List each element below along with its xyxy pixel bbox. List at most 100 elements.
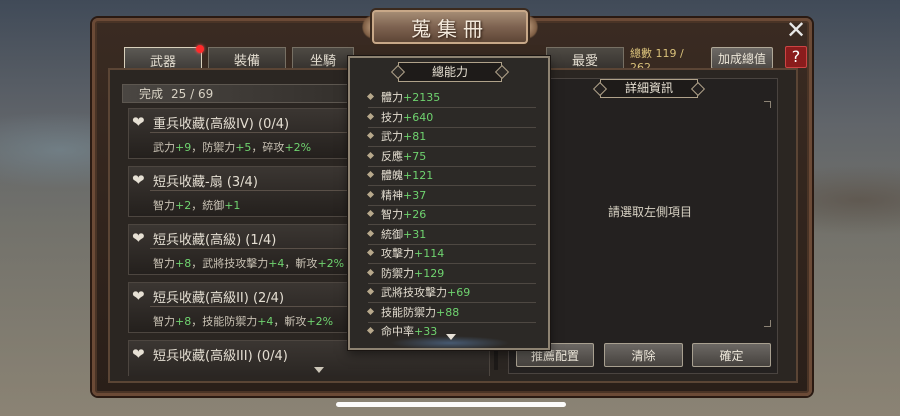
stat-value: +2 — [175, 199, 192, 212]
help-icon[interactable]: ? — [785, 46, 807, 68]
home-indicator[interactable] — [336, 402, 566, 407]
stat-key: 精神 — [381, 189, 403, 202]
bullet-icon — [366, 268, 375, 277]
stat-value: +88 — [436, 306, 460, 319]
tab-label: 坐騎 — [309, 54, 336, 69]
stat-value: +2% — [306, 315, 334, 328]
stat-key: 武將技攻擊力 — [381, 286, 447, 299]
clear-button[interactable]: 清除 — [604, 343, 683, 367]
stat-value: +640 — [403, 111, 434, 124]
stat-value: +8 — [175, 257, 192, 270]
stat-row: 統御+31 — [366, 225, 536, 245]
stat-value: +1 — [224, 199, 241, 212]
stat-key: 體力 — [381, 91, 403, 104]
stat-key: ，防禦力 — [191, 141, 236, 154]
bullet-icon — [366, 190, 375, 199]
bonus-total-button[interactable]: 加成總值 — [711, 47, 773, 69]
item-stats: 智力+8，武將技攻擊力+4，斬攻+2% — [153, 255, 344, 271]
bullet-icon — [366, 112, 375, 121]
stat-value: +31 — [403, 228, 427, 241]
bullet-icon — [366, 287, 375, 296]
stat-key: 反應 — [381, 150, 403, 163]
stat-value: +114 — [414, 247, 445, 260]
item-stats: 智力+2，統御+1 — [153, 197, 240, 213]
tab-label: 最愛 — [571, 54, 598, 69]
stat-key: 體魄 — [381, 169, 403, 182]
bullet-icon — [366, 170, 375, 179]
window-title: 蒐集冊 — [411, 16, 489, 41]
heart-icon[interactable]: ❤ — [132, 230, 150, 246]
stat-row: 精神+37 — [366, 186, 536, 206]
stat-row: 武力+81 — [366, 127, 536, 147]
close-icon[interactable]: ✕ — [783, 17, 809, 43]
stat-key: ，武將技攻擊力 — [191, 257, 269, 270]
stat-row: 武將技攻擊力+69 — [366, 283, 536, 303]
stat-key: 技能防禦力 — [381, 306, 436, 319]
stat-key: 防禦力 — [381, 267, 414, 280]
heart-icon[interactable]: ❤ — [132, 288, 150, 304]
heart-icon[interactable]: ❤ — [132, 114, 150, 130]
heart-icon[interactable]: ❤ — [132, 172, 150, 188]
detail-title: 詳細資訊 — [600, 79, 698, 98]
stat-key: 技力 — [381, 111, 403, 124]
stat-row: 防禦力+129 — [366, 264, 536, 284]
scroll-down-arrow-icon[interactable] — [446, 334, 456, 340]
stat-value: +81 — [403, 130, 427, 143]
stat-key: 武力 — [381, 130, 403, 143]
popup-title: 總能力 — [398, 62, 502, 82]
item-name: 短兵收藏(高級III) (0/4) — [153, 349, 288, 364]
stat-row: 智力+26 — [366, 205, 536, 225]
stat-value: +129 — [414, 267, 445, 280]
total-stats-popup[interactable]: 總能力 體力+2135 技力+640 武力+81 反應+75 體魄+121 精神… — [348, 56, 550, 350]
stat-key: ，碎攻 — [251, 141, 285, 154]
stat-row: 技力+640 — [366, 108, 536, 128]
item-name: 短兵收藏(高級) (1/4) — [153, 233, 277, 248]
stat-row: 攻擊力+114 — [366, 244, 536, 264]
stat-value: +121 — [403, 169, 434, 182]
stat-row: 體魄+121 — [366, 166, 536, 186]
bullet-icon — [366, 131, 375, 140]
stat-key: 智力 — [381, 208, 403, 221]
scroll-down-arrow-icon[interactable] — [314, 367, 324, 373]
item-name: 重兵收藏(高級IV) (0/4) — [153, 117, 290, 132]
bullet-icon — [366, 229, 375, 238]
confirm-button[interactable]: 確定 — [692, 343, 771, 367]
stat-key: 攻擊力 — [381, 247, 414, 260]
item-name: 短兵收藏-扇 (3/4) — [153, 175, 258, 190]
window-title-plate: 蒐集冊 — [372, 10, 528, 44]
tab-label: 裝備 — [233, 54, 260, 69]
stat-row: 體力+2135 — [366, 88, 536, 108]
detail-hint: 請選取左側項目 — [607, 205, 692, 219]
bullet-icon — [366, 326, 375, 335]
stat-value: +75 — [403, 150, 427, 163]
stat-value: +8 — [175, 315, 192, 328]
stat-key: 武力 — [153, 141, 175, 154]
stat-value: +2% — [317, 257, 345, 270]
progress-label: 完成 — [139, 87, 164, 101]
stat-key: 統御 — [381, 228, 403, 241]
stat-value: +4 — [268, 257, 285, 270]
bullet-icon — [366, 248, 375, 257]
stat-row: 反應+75 — [366, 147, 536, 167]
notification-dot-icon — [196, 45, 204, 53]
corner-ornament — [764, 101, 771, 108]
stat-value: +9 — [175, 141, 192, 154]
progress-value: 25 / 69 — [171, 86, 214, 101]
stat-key: 智力 — [153, 257, 175, 270]
stat-value: +4 — [257, 315, 274, 328]
bullet-icon — [366, 151, 375, 160]
stat-key: ，統御 — [191, 199, 225, 212]
collection-count: 總數 119 / 262 — [630, 46, 684, 74]
item-stats: 智力+8，技能防禦力+4，斬攻+2% — [153, 313, 333, 329]
stat-value: +37 — [403, 189, 427, 202]
bullet-icon — [366, 307, 375, 316]
stat-key: ，斬攻 — [284, 257, 318, 270]
bullet-icon — [366, 92, 375, 101]
stat-key: 智力 — [153, 315, 175, 328]
stat-value: +5 — [235, 141, 252, 154]
stat-key: 智力 — [153, 199, 175, 212]
heart-icon[interactable]: ❤ — [132, 346, 150, 362]
item-name: 短兵收藏(高級II) (2/4) — [153, 291, 285, 306]
stat-row: 技能防禦力+88 — [366, 303, 536, 323]
corner-ornament — [764, 320, 771, 327]
